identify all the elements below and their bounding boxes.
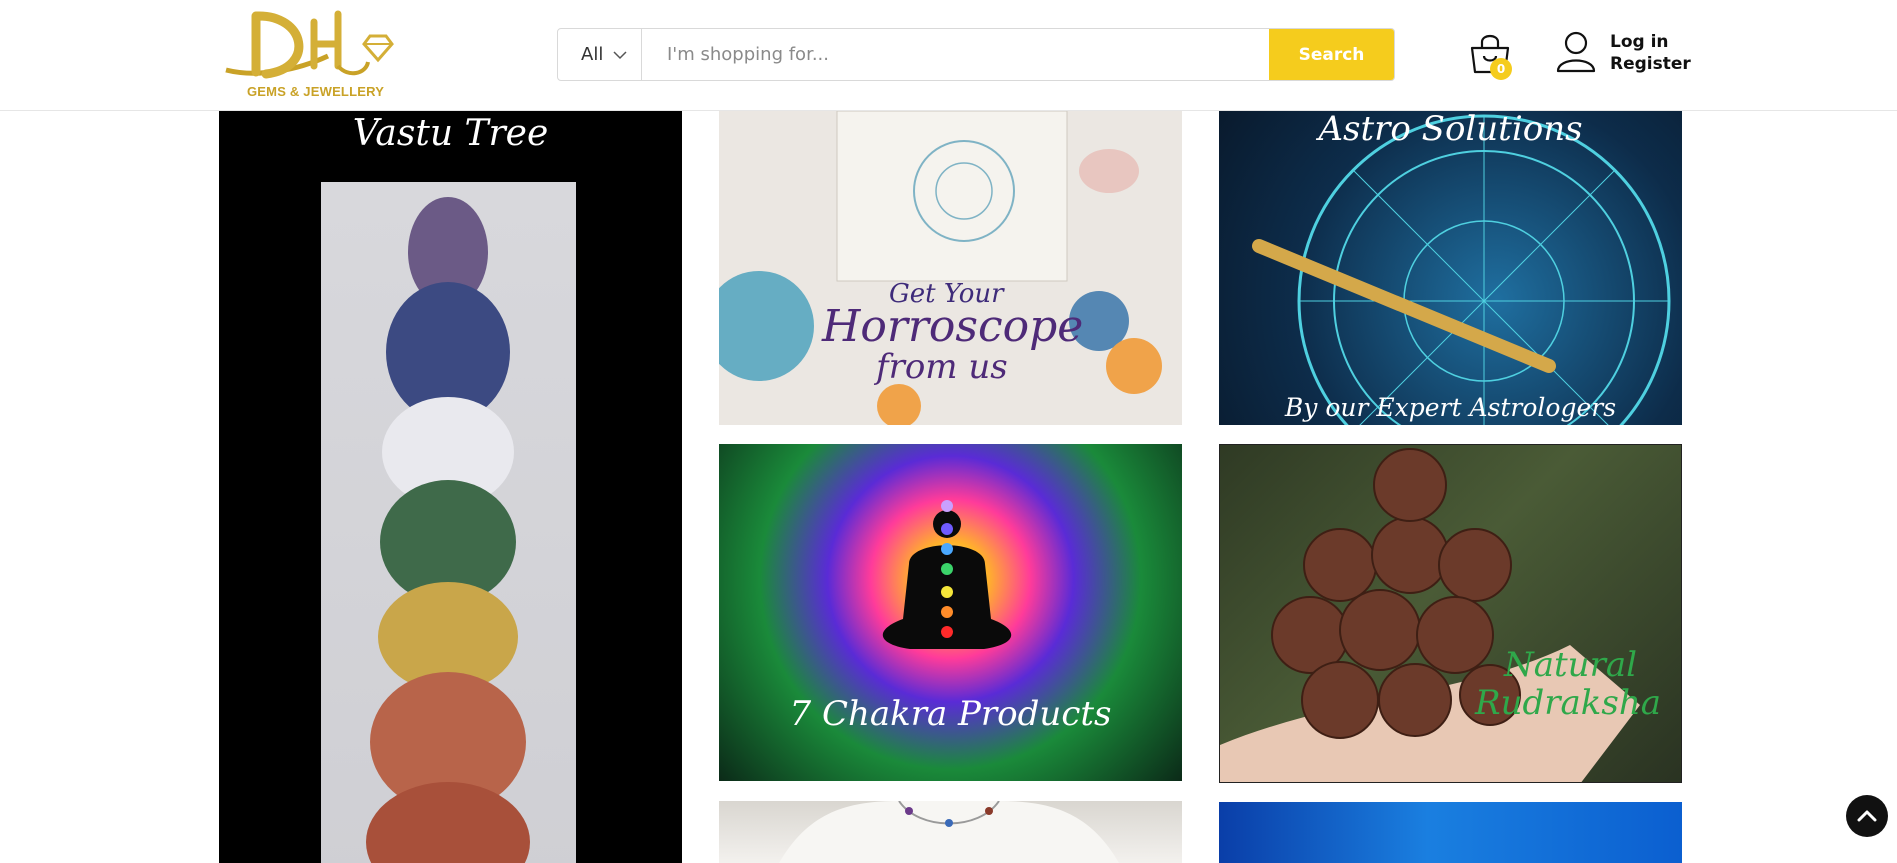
search-input[interactable] — [642, 29, 1269, 80]
auth-links: Log in Register — [1610, 32, 1691, 74]
rudraksha-image — [1220, 448, 1640, 782]
banner-vastu-tree[interactable]: Vastu Tree — [219, 111, 682, 863]
account-button[interactable] — [1556, 31, 1596, 73]
horoscope-line-2: Horroscope — [822, 301, 1084, 352]
user-icon — [1556, 31, 1596, 73]
category-select-value: All — [581, 44, 604, 65]
chevron-down-icon — [613, 50, 627, 59]
banner-jewellery[interactable] — [719, 801, 1182, 863]
banner-astro-solutions[interactable]: Astro Solutions By our Expert Astrologer… — [1219, 111, 1682, 425]
login-link[interactable]: Log in — [1610, 32, 1691, 52]
vastu-tree-image — [321, 182, 576, 863]
site-header: GEMS & JEWELLERY All Search 0 Log in Reg… — [0, 0, 1897, 111]
category-select[interactable]: All — [558, 29, 642, 80]
jewellery-image — [779, 801, 1119, 863]
search-bar: All Search — [557, 28, 1395, 81]
horoscope-line-3: from us — [876, 347, 1008, 387]
banner-gemstones[interactable] — [1219, 802, 1682, 863]
rudraksha-line-1: Natural — [1504, 645, 1637, 685]
brand-logo-subtitle: GEMS & JEWELLERY — [247, 84, 385, 99]
astro-subtitle: By our Expert Astrologers — [1284, 393, 1617, 422]
banner-natural-rudraksha[interactable]: Natural Rudraksha — [1219, 444, 1682, 783]
back-to-top-button[interactable] — [1846, 795, 1888, 837]
rudraksha-line-2: Rudraksha — [1475, 683, 1662, 723]
cart-count-badge: 0 — [1490, 58, 1512, 80]
register-link[interactable]: Register — [1610, 54, 1691, 74]
astro-title: Astro Solutions — [1318, 111, 1583, 149]
vastu-tree-illustration — [366, 197, 530, 863]
banner-vastu-title: Vastu Tree — [352, 113, 549, 154]
chakra-title: 7 Chakra Products — [789, 694, 1112, 734]
chevron-up-icon — [1857, 810, 1877, 822]
zodiac-wheel-image — [1252, 114, 1671, 425]
banner-7-chakra[interactable]: 7 Chakra Products — [719, 444, 1182, 781]
search-button[interactable]: Search — [1269, 29, 1394, 80]
banner-horoscope[interactable]: Get Your Horroscope from us — [719, 111, 1182, 425]
